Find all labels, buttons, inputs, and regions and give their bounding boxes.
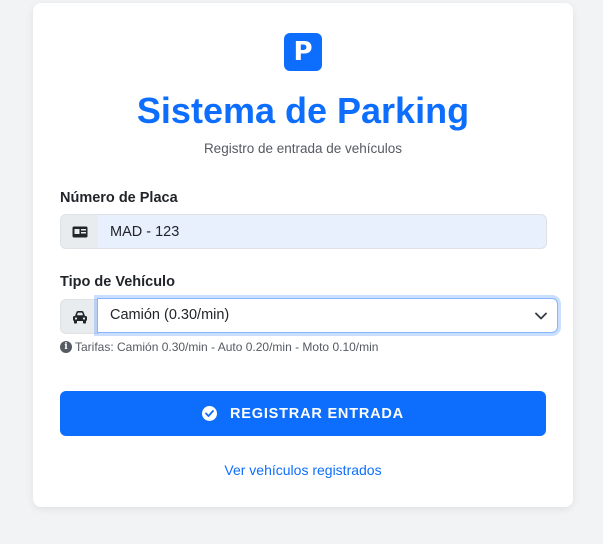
vehicle-type-label: Tipo de Vehículo [60, 274, 175, 290]
chevron-down-icon [535, 299, 547, 332]
rates-hint-text: Tarifas: Camión 0.30/min - Auto 0.20/min… [75, 340, 379, 354]
page-subtitle: Registro de entrada de vehículos [203, 141, 403, 156]
plate-label: Número de Placa [60, 190, 178, 206]
register-entry-button[interactable]: REGISTRAR ENTRADA [60, 391, 546, 436]
register-entry-label: REGISTRAR ENTRADA [230, 405, 404, 422]
info-icon: i [60, 341, 72, 353]
vehicle-type-select[interactable]: Camión (0.30/min) [97, 298, 558, 333]
view-registered-vehicles-link[interactable]: Ver vehículos registrados [33, 461, 573, 479]
vehicle-type-group: Camión (0.30/min) [60, 298, 558, 334]
registration-card: P Sistema de Parking Registro de entrada… [33, 3, 573, 507]
plate-input-group [60, 214, 547, 249]
plate-input[interactable] [98, 214, 547, 249]
check-circle-icon [202, 406, 218, 421]
parking-logo-icon: P [284, 33, 322, 71]
rates-hint: i Tarifas: Camión 0.30/min - Auto 0.20/m… [60, 339, 378, 355]
page-title: Sistema de Parking [136, 90, 470, 131]
vehicle-type-selected: Camión (0.30/min) [110, 307, 230, 323]
id-card-icon [60, 214, 99, 249]
car-icon [60, 299, 99, 334]
